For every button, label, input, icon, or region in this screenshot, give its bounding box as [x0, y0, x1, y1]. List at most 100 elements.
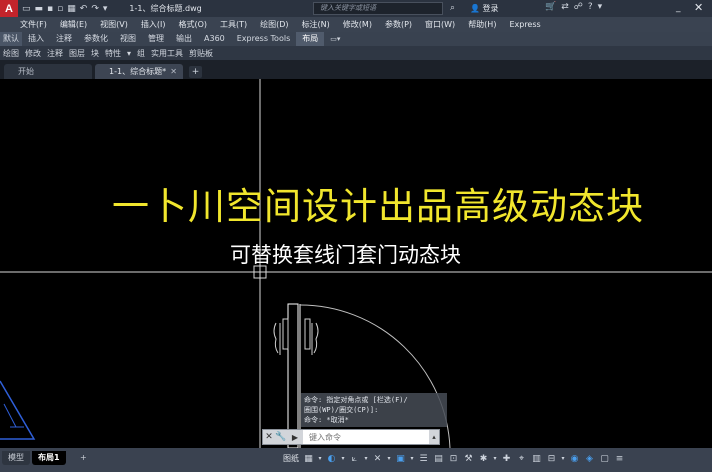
tab-a360[interactable]: A360	[198, 32, 231, 46]
menu-insert[interactable]: 插入(I)	[141, 19, 166, 30]
open-file-icon[interactable]: ▬	[35, 4, 44, 14]
panel-block[interactable]: 块	[88, 48, 102, 59]
menu-parametric[interactable]: 参数(P)	[385, 19, 412, 30]
menu-tools[interactable]: 工具(T)	[220, 19, 247, 30]
ribbon-toggle-icon[interactable]: ▭▾	[330, 35, 340, 43]
units-icon[interactable]: ⌖	[515, 452, 528, 466]
panel-modify[interactable]: 修改	[22, 48, 44, 59]
lineweight-icon[interactable]: ☰	[417, 452, 430, 466]
command-history-line: 命令: 指定对角点或 [栏选(F)/	[304, 396, 408, 404]
print-icon[interactable]: ▦	[67, 4, 76, 14]
polar-tracking-icon[interactable]: ✕	[371, 452, 384, 466]
panel-properties[interactable]: 特性	[102, 48, 124, 59]
menu-help[interactable]: 帮助(H)	[468, 19, 496, 30]
undo-icon[interactable]: ↶	[80, 4, 88, 14]
panel-clipboard[interactable]: 剪贴板	[186, 48, 216, 59]
save-icon[interactable]: ▪	[47, 4, 53, 14]
command-history-line: 圈围(WP)/圈交(CP)]:	[304, 406, 379, 414]
annotation-monitor-icon[interactable]: ✚	[500, 452, 513, 466]
paper-space-toggle[interactable]: 图纸	[283, 453, 299, 464]
tab-manage[interactable]: 管理	[142, 32, 170, 46]
transparency-icon[interactable]: ▤	[432, 452, 445, 466]
share-icon[interactable]: ☍	[574, 2, 583, 12]
cart-icon[interactable]: 🛒	[545, 2, 556, 12]
menu-edit[interactable]: 编辑(E)	[60, 19, 87, 30]
panel-draw[interactable]: 绘图	[0, 48, 22, 59]
osnap-dropdown-icon[interactable]: ▾	[409, 452, 415, 466]
command-history-dropdown-icon[interactable]: ▴	[429, 433, 439, 441]
tab-annotate[interactable]: 注释	[50, 32, 78, 46]
lock-ui-icon[interactable]: ⊟	[545, 452, 558, 466]
quick-access-dropdown-icon[interactable]: ▾	[103, 4, 108, 14]
ortho-icon[interactable]: ⟀	[348, 452, 361, 466]
layout-tab-model[interactable]: 模型	[2, 451, 30, 465]
workspace-dropdown-icon[interactable]: ▾	[492, 452, 498, 466]
panel-groups[interactable]: 组	[134, 48, 148, 59]
quick-properties-icon[interactable]: ▥	[530, 452, 543, 466]
tab-parametric[interactable]: 参数化	[78, 32, 114, 46]
snap-mode-icon[interactable]: ◐	[325, 452, 338, 466]
door-handle-right	[304, 318, 319, 355]
add-layout-button[interactable]: +	[74, 451, 93, 465]
app-logo-button[interactable]: A	[0, 0, 18, 17]
workspace-icon[interactable]: ✱	[477, 452, 490, 466]
panel-properties-dropdown-icon[interactable]: ▾	[124, 49, 134, 58]
menu-express[interactable]: Express	[509, 20, 540, 29]
close-command-line-icon[interactable]: ✕	[263, 432, 275, 442]
command-prompt-icon: ▶	[291, 432, 299, 442]
menu-view[interactable]: 视图(V)	[100, 19, 128, 30]
search-input[interactable]: 键入关键字或短语	[313, 2, 443, 15]
layout-tab-layout1[interactable]: 布局1	[32, 451, 66, 465]
menu-modify[interactable]: 修改(M)	[343, 19, 372, 30]
new-file-icon[interactable]: ▭	[22, 4, 31, 14]
tab-default[interactable]: 默认	[0, 32, 22, 46]
help-button[interactable]: ?	[588, 2, 593, 12]
close-tab-icon[interactable]: ✕	[170, 64, 177, 79]
status-bar: 模型 布局1 + 图纸 ▦ ▾ ◐ ▾ ⟀ ▾ ✕ ▾ ▣ ▾ ☰ ▤ ⊡ ⚒ …	[0, 448, 712, 472]
grid-dropdown-icon[interactable]: ▾	[317, 452, 323, 466]
annotation-scale-icon[interactable]: ⚒	[462, 452, 475, 466]
isolate-objects-icon[interactable]: ◉	[568, 452, 581, 466]
polar-dropdown-icon[interactable]: ▾	[386, 452, 392, 466]
new-tab-button[interactable]: +	[189, 66, 202, 78]
tab-view[interactable]: 视图	[114, 32, 142, 46]
ribbon-panel-bar: 绘图 修改 注释 图层 块 特性 ▾ 组 实用工具 剪贴板	[0, 46, 712, 60]
drawing-canvas[interactable]: 一卜川空间设计出品高级动态块 可替换套线门套门动态块 命令: 指定对角点或 [栏…	[0, 79, 712, 448]
clean-screen-icon[interactable]: ▢	[598, 452, 611, 466]
panel-annotate[interactable]: 注释	[44, 48, 66, 59]
lock-dropdown-icon[interactable]: ▾	[560, 452, 566, 466]
ortho-dropdown-icon[interactable]: ▾	[363, 452, 369, 466]
save-as-icon[interactable]: ▫	[57, 4, 63, 14]
menu-dimension[interactable]: 标注(N)	[302, 19, 330, 30]
exchange-icon[interactable]: ⇄	[561, 2, 569, 12]
command-input[interactable]	[303, 430, 429, 444]
login-button[interactable]: 👤 登录	[470, 3, 499, 14]
file-tabs: 开始 1-1、综合标题* ✕ +	[0, 60, 712, 79]
snap-dropdown-icon[interactable]: ▾	[340, 452, 346, 466]
command-history: 命令: 指定对角点或 [栏选(F)/ 圈围(WP)/圈交(CP)]: 命令: *…	[301, 393, 447, 427]
file-tab-start[interactable]: 开始	[4, 64, 92, 79]
customize-icon[interactable]: 🔧	[275, 432, 287, 442]
file-tab-drawing[interactable]: 1-1、综合标题* ✕	[95, 64, 183, 79]
menu-window[interactable]: 窗口(W)	[425, 19, 455, 30]
title-bar-tools: 🛒 ⇄ ☍ ? ▾	[545, 2, 602, 12]
customization-icon[interactable]: ≡	[613, 452, 626, 466]
help-dropdown-icon[interactable]: ▾	[598, 2, 603, 12]
tab-express-tools[interactable]: Express Tools	[231, 32, 297, 46]
close-window-button[interactable]: ✕	[694, 1, 703, 14]
hardware-acceleration-icon[interactable]: ◈	[583, 452, 596, 466]
redo-icon[interactable]: ↷	[91, 4, 99, 14]
panel-layers[interactable]: 图层	[66, 48, 88, 59]
search-icon[interactable]: ⌕	[446, 2, 459, 15]
object-snap-icon[interactable]: ▣	[394, 452, 407, 466]
minimize-button[interactable]: _	[676, 3, 681, 13]
grid-icon[interactable]: ▦	[302, 452, 315, 466]
tab-output[interactable]: 输出	[170, 32, 198, 46]
menu-draw[interactable]: 绘图(D)	[260, 19, 288, 30]
panel-utilities[interactable]: 实用工具	[148, 48, 186, 59]
menu-format[interactable]: 格式(O)	[178, 19, 207, 30]
tab-layout[interactable]: 布局	[296, 32, 325, 46]
selection-cycling-icon[interactable]: ⊡	[447, 452, 460, 466]
tab-insert[interactable]: 插入	[22, 32, 50, 46]
menu-file[interactable]: 文件(F)	[20, 19, 47, 30]
